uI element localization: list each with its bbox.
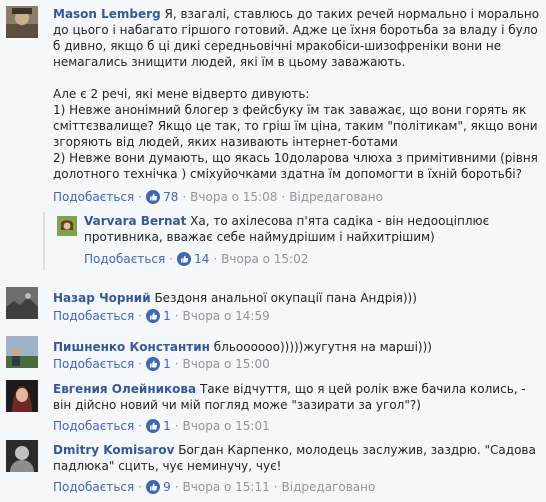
- thumbs-up-icon: [146, 480, 161, 494]
- comment-timestamp[interactable]: Вчора о 15:08: [190, 190, 277, 204]
- comment-text: 1) Невже анонімний блогер з фейсбуку їм …: [53, 103, 538, 149]
- avatar-image: [6, 440, 38, 472]
- comment-body: Dmitry Komisarov Богдан Карпенко, молоде…: [53, 442, 542, 474]
- reaction-count[interactable]: 78: [163, 190, 178, 204]
- like-button[interactable]: Подобається: [53, 419, 134, 433]
- comment-timestamp[interactable]: Вчора о 15:01: [183, 419, 270, 433]
- comment-actions: Подобається · 78 · Вчора о 15:08 · Відредагова…: [53, 190, 383, 204]
- edited-label[interactable]: Відредаговано: [282, 480, 376, 494]
- comment-body: Пишненко Константин бльоооооо)))))жугутн…: [53, 339, 542, 355]
- avatar-image: [6, 6, 38, 38]
- reaction-count[interactable]: 1: [163, 309, 171, 323]
- reaction-count[interactable]: 1: [163, 357, 171, 371]
- comment-actions: Подобається · 14 · Вчора о 15:02: [84, 252, 309, 266]
- reaction-count[interactable]: 9: [163, 480, 171, 494]
- thumbs-up-icon: [177, 252, 192, 266]
- like-button[interactable]: Подобається: [53, 309, 134, 323]
- comment-timestamp[interactable]: Вчора о 15:11: [183, 480, 270, 494]
- avatar-image: [6, 380, 38, 412]
- comment-actions: Подобається · 1 · Вчора о 14:59: [53, 309, 270, 323]
- comment-thread: Mason Lemberg Я, взагалі, ставлюсь до та…: [0, 0, 546, 502]
- reaction-count[interactable]: 14: [194, 252, 209, 266]
- comment-author[interactable]: Dmitry Komisarov: [53, 443, 174, 457]
- like-button[interactable]: Подобається: [84, 252, 165, 266]
- comment-body: Varvara Bernat Ха, то ахілесова п'ята са…: [84, 213, 542, 245]
- comment-actions: Подобається · 9 · Вчора о 15:11 · Відредагован…: [53, 480, 376, 494]
- comment-author[interactable]: Mason Lemberg: [53, 7, 161, 21]
- avatar-yevheniia-oleinikova[interactable]: [6, 380, 38, 412]
- comment-text: бльоооооо)))))жугутня на марші))): [213, 340, 432, 354]
- thumbs-up-icon: [146, 419, 161, 433]
- comment-timestamp[interactable]: Вчора о 15:02: [221, 252, 308, 266]
- avatar-varvara-bernat[interactable]: [57, 216, 77, 236]
- avatar-image: [6, 287, 38, 319]
- thumbs-up-icon: [146, 190, 161, 204]
- avatar-image: [57, 216, 77, 236]
- comment-text: Бездоня анальної окупації пана Андрія))): [154, 291, 417, 305]
- avatar-mason-lemberg[interactable]: [6, 6, 38, 38]
- thumbs-up-icon: [146, 357, 161, 371]
- comment-text: 2) Невже вони думають, що якась 10доларо…: [53, 151, 538, 181]
- comment-actions: Подобається · 1 · Вчора о 15:01: [53, 419, 270, 433]
- thumbs-up-icon: [146, 309, 161, 323]
- comment-author[interactable]: Пишненко Константин: [53, 340, 210, 354]
- like-button[interactable]: Подобається: [53, 190, 134, 204]
- avatar-image: [6, 336, 38, 368]
- comment-author[interactable]: Varvara Bernat: [84, 214, 186, 228]
- avatar-nazar-chornyi[interactable]: [6, 287, 38, 319]
- comment-body: Назар Чорний Бездоня анальної окупації п…: [53, 290, 542, 306]
- like-button[interactable]: Подобається: [53, 480, 134, 494]
- edited-label[interactable]: Відредаговано: [289, 190, 383, 204]
- reply-thread-line: [43, 212, 45, 270]
- comment-body: Евгения Олейникова Таке відчуття, що я ц…: [53, 381, 542, 413]
- avatar-pyshnenko-konstantin[interactable]: [6, 336, 38, 368]
- comment-actions: Подобається · 1 · Вчора о 15:00: [53, 357, 270, 371]
- avatar-dmitry-komisarov[interactable]: [6, 440, 38, 472]
- comment-author[interactable]: Евгения Олейникова: [53, 382, 196, 396]
- comment-text: Але є 2 речі, які мене відверто дивують:: [53, 87, 310, 101]
- like-button[interactable]: Подобається: [53, 357, 134, 371]
- comment-author[interactable]: Назар Чорний: [53, 291, 151, 305]
- comment-timestamp[interactable]: Вчора о 15:00: [183, 357, 270, 371]
- comment-body: Mason Lemberg Я, взагалі, ставлюсь до та…: [53, 6, 542, 182]
- reaction-count[interactable]: 1: [163, 419, 171, 433]
- comment-timestamp[interactable]: Вчора о 14:59: [183, 309, 270, 323]
